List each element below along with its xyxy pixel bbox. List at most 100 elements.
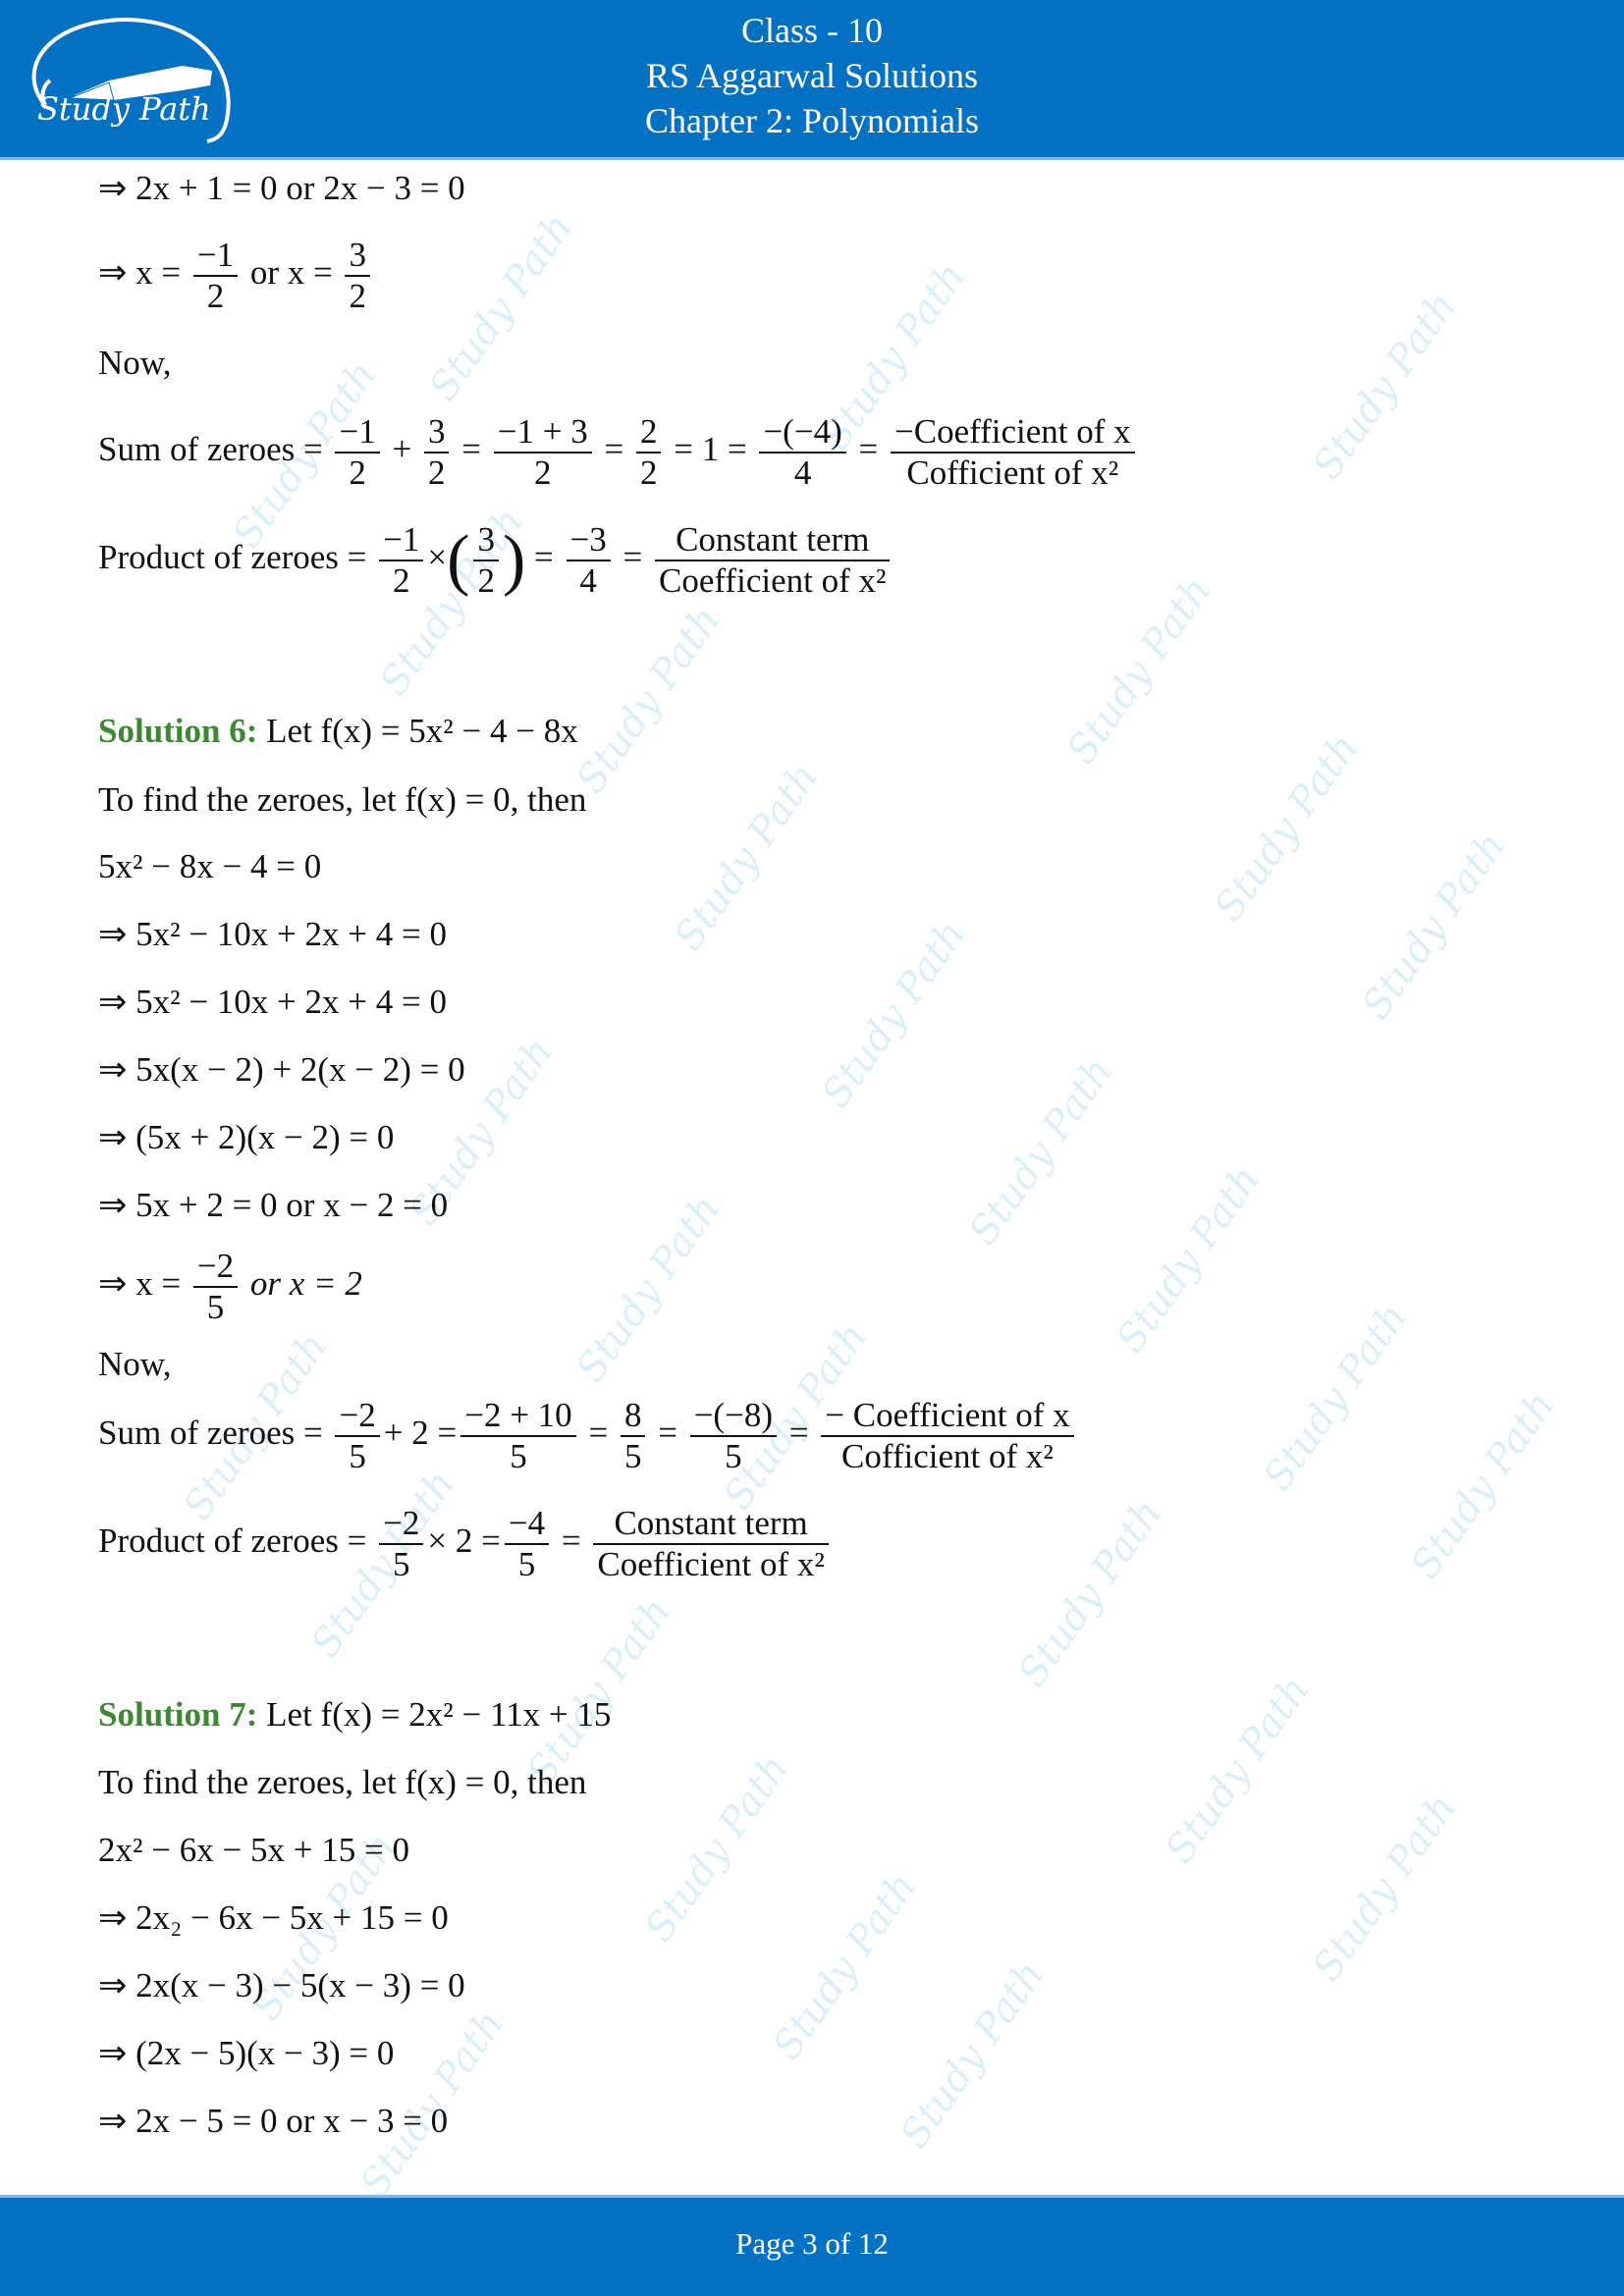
step: 5x² − 8x − 4 = 0 xyxy=(98,847,322,885)
fraction: −1 2 xyxy=(192,236,239,316)
text: or x = xyxy=(242,253,342,293)
watermark: Study Path xyxy=(892,1952,1054,2157)
numerator: −2 xyxy=(196,1247,235,1285)
solution-6-title: Solution 6: xyxy=(98,712,258,750)
fraction: −1 2 xyxy=(379,520,424,601)
denominator: 2 xyxy=(349,454,366,492)
denominator: 2 xyxy=(533,454,552,492)
numerator: −2 + 10 xyxy=(464,1396,572,1434)
watermark: Study Path xyxy=(1157,1668,1319,1872)
step: ⇒ (5x + 2)(x − 2) = 0 xyxy=(98,1118,395,1156)
step: ⇒ 5x² − 10x + 2x + 4 = 0 xyxy=(98,983,448,1021)
page-footer: Page 3 of 12 xyxy=(0,2195,1624,2296)
numerator: Constant term xyxy=(676,520,870,559)
numerator: 3 xyxy=(349,236,366,274)
header-chapter: Chapter 2: Polynomials xyxy=(645,101,979,140)
fraction: −(−4) 4 xyxy=(759,412,846,493)
watermark: Study Path xyxy=(1206,725,1368,930)
watermark: Study Path xyxy=(420,205,582,409)
denominator: 5 xyxy=(517,1545,536,1583)
operator: = xyxy=(453,430,490,469)
numerator: −2 xyxy=(339,1396,376,1434)
watermark: Study Path xyxy=(1304,284,1466,488)
sum-of-zeroes-line: Sum of zeroes = −2 5 + 2 = −2 + 10 5 = 85 = … xyxy=(98,1396,1078,1476)
operator: = xyxy=(595,430,632,469)
numerator: −(−4) xyxy=(763,412,842,451)
fraction: −2 5 xyxy=(192,1247,239,1327)
step: ⇒ 5x² − 10x + 2x + 4 = 0 xyxy=(98,915,448,953)
now-label: Now, xyxy=(98,344,172,382)
fraction: −Coefficient of x Cofficient of x² xyxy=(890,412,1135,493)
fraction: −3 4 xyxy=(566,520,611,601)
fraction: 85 xyxy=(620,1396,646,1476)
solution-6-heading: Solution 6: Let f(x) = 5x² − 4 − 8x xyxy=(98,712,578,751)
watermark: Study Path xyxy=(1353,824,1515,1028)
roots-line: ⇒ x = −1 2 or x = 32 xyxy=(98,236,374,316)
fraction: Constant term Coefficient of x² xyxy=(593,1504,829,1584)
header-book: RS Aggarwal Solutions xyxy=(645,56,979,95)
denominator: 4 xyxy=(579,561,597,600)
operator: = xyxy=(849,430,887,469)
paren-open: ( xyxy=(447,522,470,598)
denominator: 5 xyxy=(393,1545,410,1583)
numerator: −3 xyxy=(569,520,607,559)
numerator: Constant term xyxy=(614,1504,808,1542)
product-of-zeroes-line: Product of zeroes = −2 5 × 2 = −4 5 = Consta… xyxy=(98,1504,833,1584)
fraction: 32 xyxy=(345,236,370,316)
fraction: −2 + 10 5 xyxy=(460,1396,576,1476)
denominator: 2 xyxy=(206,277,225,315)
fraction: 22 xyxy=(635,412,662,493)
denominator: 5 xyxy=(725,1437,742,1475)
text: or x = 2 xyxy=(242,1264,362,1304)
solution-7-heading: Solution 7: Let f(x) = 2x² − 11x + 15 xyxy=(98,1695,611,1735)
solution-7-title: Solution 7: xyxy=(98,1695,258,1734)
denominator: Cofficient of x² xyxy=(841,1437,1054,1475)
watermark: Study Path xyxy=(568,1187,730,1391)
paren-close: ) xyxy=(502,522,526,598)
denominator: 2 xyxy=(639,454,658,492)
solution-6-intro: Let f(x) = 5x² − 4 − 8x xyxy=(257,712,578,750)
step: 2x² − 6x − 5x + 15 = 0 xyxy=(98,1831,409,1869)
numerator: −1 xyxy=(383,520,420,559)
numerator: 3 xyxy=(427,412,446,451)
fraction: 32 xyxy=(423,412,450,493)
step: ⇒ (2x − 5)(x − 3) = 0 xyxy=(98,2034,395,2072)
equation-line: ⇒ 2x + 1 = 0 or 2x − 3 = 0 xyxy=(98,169,465,207)
numerator: −Coefficient of x xyxy=(893,412,1131,451)
roots-line: ⇒ x = −2 5 or x = 2 xyxy=(98,1247,362,1327)
denominator: Cofficient of x² xyxy=(906,454,1119,492)
denominator: 2 xyxy=(477,561,495,600)
solution-7-intro: Let f(x) = 2x² − 11x + 15 xyxy=(257,1695,612,1734)
text: ⇒ x = xyxy=(98,1264,189,1304)
watermark: Study Path xyxy=(666,755,828,959)
numerator: 3 xyxy=(477,520,495,559)
numerator: − Coefficient of x xyxy=(825,1396,1070,1434)
text: ⇒ x = xyxy=(98,253,189,293)
fraction: −2 5 xyxy=(335,1396,380,1476)
numerator: −1 xyxy=(196,236,235,274)
watermark: Study Path xyxy=(1304,1786,1466,1990)
denominator: 5 xyxy=(623,1437,642,1475)
step: ⇒ 5x(x − 2) + 2(x − 2) = 0 xyxy=(98,1050,465,1089)
product-of-zeroes-line: Product of zeroes = −1 2 ×(3 2) = −3 4 = Con… xyxy=(98,520,893,601)
operator: + xyxy=(383,430,420,469)
watermark: Study Path xyxy=(1108,1157,1270,1362)
step: ⇒ 2x(x − 3) − 5(x − 3) = 0 xyxy=(98,1966,465,2004)
watermark: Study Path xyxy=(1009,1491,1171,1695)
numerator: −1 + 3 xyxy=(497,412,588,451)
sum-of-zeroes-line: Sum of zeroes = −1 2 + 32 = −1 + 32 = 22 … xyxy=(98,412,1139,493)
sum-label: Sum of zeroes = xyxy=(98,1414,332,1453)
operator: + 2 = xyxy=(383,1414,458,1453)
fraction: −(−8) 5 xyxy=(689,1396,777,1476)
fraction: − Coefficient of x Cofficient of x² xyxy=(821,1396,1074,1476)
watermark: Study Path xyxy=(813,912,975,1116)
watermark: Study Path xyxy=(568,598,730,802)
product-label: Product of zeroes = xyxy=(98,1522,376,1561)
numerator: −1 xyxy=(339,412,376,451)
fraction: −1 2 xyxy=(335,412,380,493)
numerator: 2 xyxy=(639,412,658,451)
watermark: Study Path xyxy=(1402,1383,1564,1587)
find-zeroes-text: To find the zeroes, let f(x) = 0, then xyxy=(98,780,587,819)
denominator: 5 xyxy=(206,1288,225,1326)
watermark: Study Path xyxy=(1255,1295,1417,1499)
